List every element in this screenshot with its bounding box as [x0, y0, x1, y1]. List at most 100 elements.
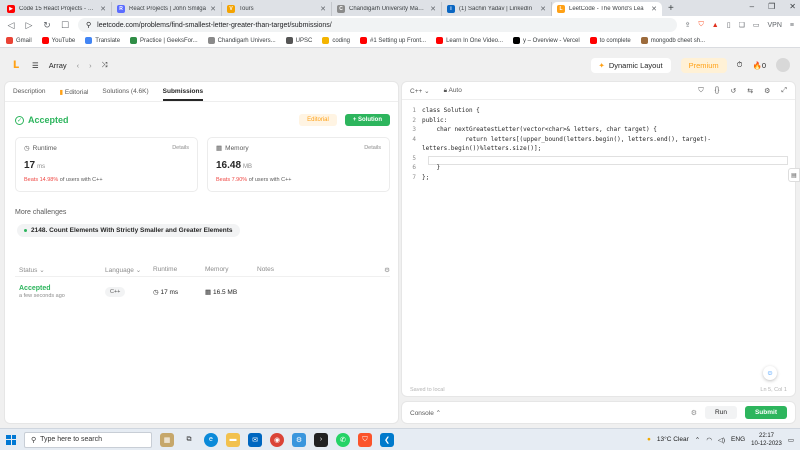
problem-list-icon[interactable]: ☰: [32, 61, 39, 70]
edge-icon[interactable]: e: [204, 432, 218, 447]
wifi-icon[interactable]: ◠: [706, 436, 712, 444]
streak-icon[interactable]: 🔥0: [752, 61, 766, 70]
brave-rewards-icon[interactable]: ▲: [712, 22, 719, 29]
whatsapp-icon[interactable]: ✆: [336, 432, 350, 447]
minimize-icon[interactable]: –: [750, 2, 754, 11]
clock[interactable]: 22:17 10-12-2023: [751, 432, 782, 448]
bookmark-item[interactable]: coding: [322, 37, 350, 44]
bookmark-item[interactable]: to complete: [589, 37, 631, 44]
shortcut-icon[interactable]: ⇆: [747, 87, 753, 95]
widgets-icon[interactable]: ▦: [160, 432, 174, 447]
reload-icon[interactable]: ↻: [42, 20, 52, 31]
memory-details-link[interactable]: Details: [364, 145, 381, 151]
dynamic-layout-button[interactable]: ✦ Dynamic Layout: [590, 57, 671, 73]
browser-tab[interactable]: L LeetCode - The World's Lea ✕: [552, 2, 662, 16]
table-row[interactable]: Accepted a few seconds ago C++ ◷ 17 ms ▦…: [15, 277, 390, 307]
code-line[interactable]: 1 class Solution {: [402, 106, 795, 116]
language-indicator[interactable]: ENG: [731, 436, 745, 443]
settings-icon[interactable]: ⚙: [764, 87, 770, 95]
terminal-icon[interactable]: ›: [314, 432, 328, 447]
premium-button[interactable]: Premium: [680, 57, 727, 73]
tab-submissions[interactable]: Submissions: [162, 88, 204, 101]
brave-icon[interactable]: ⛉: [358, 432, 372, 447]
file-explorer-icon[interactable]: ▬: [226, 432, 240, 447]
taskbar-search[interactable]: ⚲ Type here to search: [24, 431, 152, 448]
code-line[interactable]: 2 public:: [402, 116, 795, 126]
close-icon[interactable]: ✕: [651, 5, 657, 13]
next-problem-icon[interactable]: ›: [89, 61, 92, 70]
language-column-header[interactable]: Language ⌄: [105, 266, 153, 274]
brave-shield-icon[interactable]: ⛉: [699, 21, 704, 29]
add-solution-button[interactable]: + Solution: [344, 114, 390, 126]
fullscreen-icon[interactable]: ⤢: [781, 87, 787, 95]
auto-complete-toggle[interactable]: 🔒︎ Auto: [444, 87, 462, 95]
runtime-card[interactable]: ◷ Runtime Details 17 ms Beats 14.98% of u…: [15, 137, 198, 192]
submit-button[interactable]: Submit: [744, 406, 787, 419]
code-line[interactable]: 6 }: [402, 163, 795, 173]
forward-icon[interactable]: ▷: [24, 20, 34, 31]
mail-icon[interactable]: ✉: [248, 432, 262, 447]
bookmark-item[interactable]: Translate: [85, 37, 120, 44]
extensions-icon[interactable]: ❏: [739, 21, 745, 29]
task-view-icon[interactable]: ⧉: [182, 433, 196, 447]
leetcode-logo-icon[interactable]: ᒪ: [10, 59, 22, 71]
status-column-header[interactable]: Status ⌄: [15, 266, 105, 274]
run-button[interactable]: Run: [705, 406, 737, 419]
browser-tab[interactable]: i (1) Sachin Yadav | LinkedIn ✕: [442, 2, 552, 16]
browser-tab[interactable]: R React Projects | John Smilga ✕: [112, 2, 222, 16]
editorial-button[interactable]: Editorial: [299, 114, 337, 126]
bookmark-page-icon[interactable]: ☐: [60, 20, 70, 31]
tab-solutions[interactable]: Solutions (4.6K): [102, 88, 148, 95]
bookmark-item[interactable]: Learn In One Video...: [436, 37, 503, 44]
tab-editorial[interactable]: ▮ Editorial: [60, 88, 89, 96]
side-panel-icon[interactable]: ▤: [788, 168, 800, 182]
gear-icon[interactable]: ⚙: [376, 266, 390, 274]
problem-list-label[interactable]: Array: [49, 61, 67, 70]
timer-icon[interactable]: ⏱: [737, 60, 743, 70]
restore-icon[interactable]: ❐: [768, 2, 775, 11]
bookmark-item[interactable]: #1 Setting up Front...: [360, 37, 426, 44]
code-line[interactable]: 3 char nextGreatestLetter(vector<char>& …: [402, 125, 795, 135]
chevron-up-icon[interactable]: ⌃: [695, 436, 700, 444]
bookmark-item[interactable]: mongodb cheet sh...: [640, 37, 705, 44]
code-line[interactable]: 4 return letters[(upper_bound(letters.be…: [402, 135, 795, 154]
code-line[interactable]: 7};: [402, 173, 795, 183]
windows-start-icon[interactable]: [6, 434, 16, 445]
memory-card[interactable]: ▦ Memory Details 16.48 MB Beats 7.90% of …: [207, 137, 390, 192]
vpn-button[interactable]: VPN: [768, 22, 782, 29]
chrome-icon[interactable]: ◉: [270, 432, 284, 447]
runtime-details-link[interactable]: Details: [172, 145, 189, 151]
sidebar-icon[interactable]: ▯: [727, 21, 731, 29]
volume-icon[interactable]: ◁): [718, 436, 725, 444]
code-line[interactable]: 5: [402, 154, 795, 164]
bookmark-item[interactable]: Chandigarh Univers...: [207, 37, 276, 44]
menu-icon[interactable]: ≡: [790, 22, 794, 29]
bookmark-item[interactable]: UPSC: [285, 37, 312, 44]
weather-icon[interactable]: ●: [647, 436, 651, 443]
row-status[interactable]: Accepted: [19, 285, 105, 292]
share-icon[interactable]: ⇪: [685, 21, 691, 29]
bookmark-item[interactable]: YouTube: [41, 37, 75, 44]
vscode-icon[interactable]: ❮: [380, 432, 394, 447]
bookmark-item[interactable]: Practice | GeeksFor...: [130, 37, 198, 44]
close-icon[interactable]: ✕: [100, 5, 106, 13]
settings-app-icon[interactable]: ⚙: [292, 432, 306, 447]
weather-text[interactable]: 13°C Clear: [657, 436, 689, 443]
browser-tab[interactable]: ▶ Code 15 React Projects - Compl ✕: [2, 2, 112, 16]
random-problem-icon[interactable]: ⤨: [102, 60, 108, 70]
bookmark-icon[interactable]: ⛉: [698, 87, 703, 95]
url-bar[interactable]: ⚲ leetcode.com/problems/find-smallest-le…: [78, 18, 677, 32]
console-toggle[interactable]: Console ⌃: [410, 409, 441, 417]
reset-icon[interactable]: ↺: [730, 87, 736, 95]
close-icon[interactable]: ✕: [540, 5, 546, 13]
notifications-icon[interactable]: ▭: [788, 436, 794, 444]
close-icon[interactable]: ✕: [430, 5, 436, 13]
chat-icon[interactable]: ☺: [763, 366, 777, 380]
back-icon[interactable]: ◁: [6, 20, 16, 31]
avatar[interactable]: [776, 58, 790, 72]
wallet-icon[interactable]: ▭: [753, 21, 760, 29]
new-tab-button[interactable]: +: [662, 2, 680, 16]
site-info-icon[interactable]: ⚲: [86, 21, 91, 29]
bookmark-item[interactable]: y – Overview - Vercel: [513, 37, 580, 44]
close-icon[interactable]: ✕: [320, 5, 326, 13]
